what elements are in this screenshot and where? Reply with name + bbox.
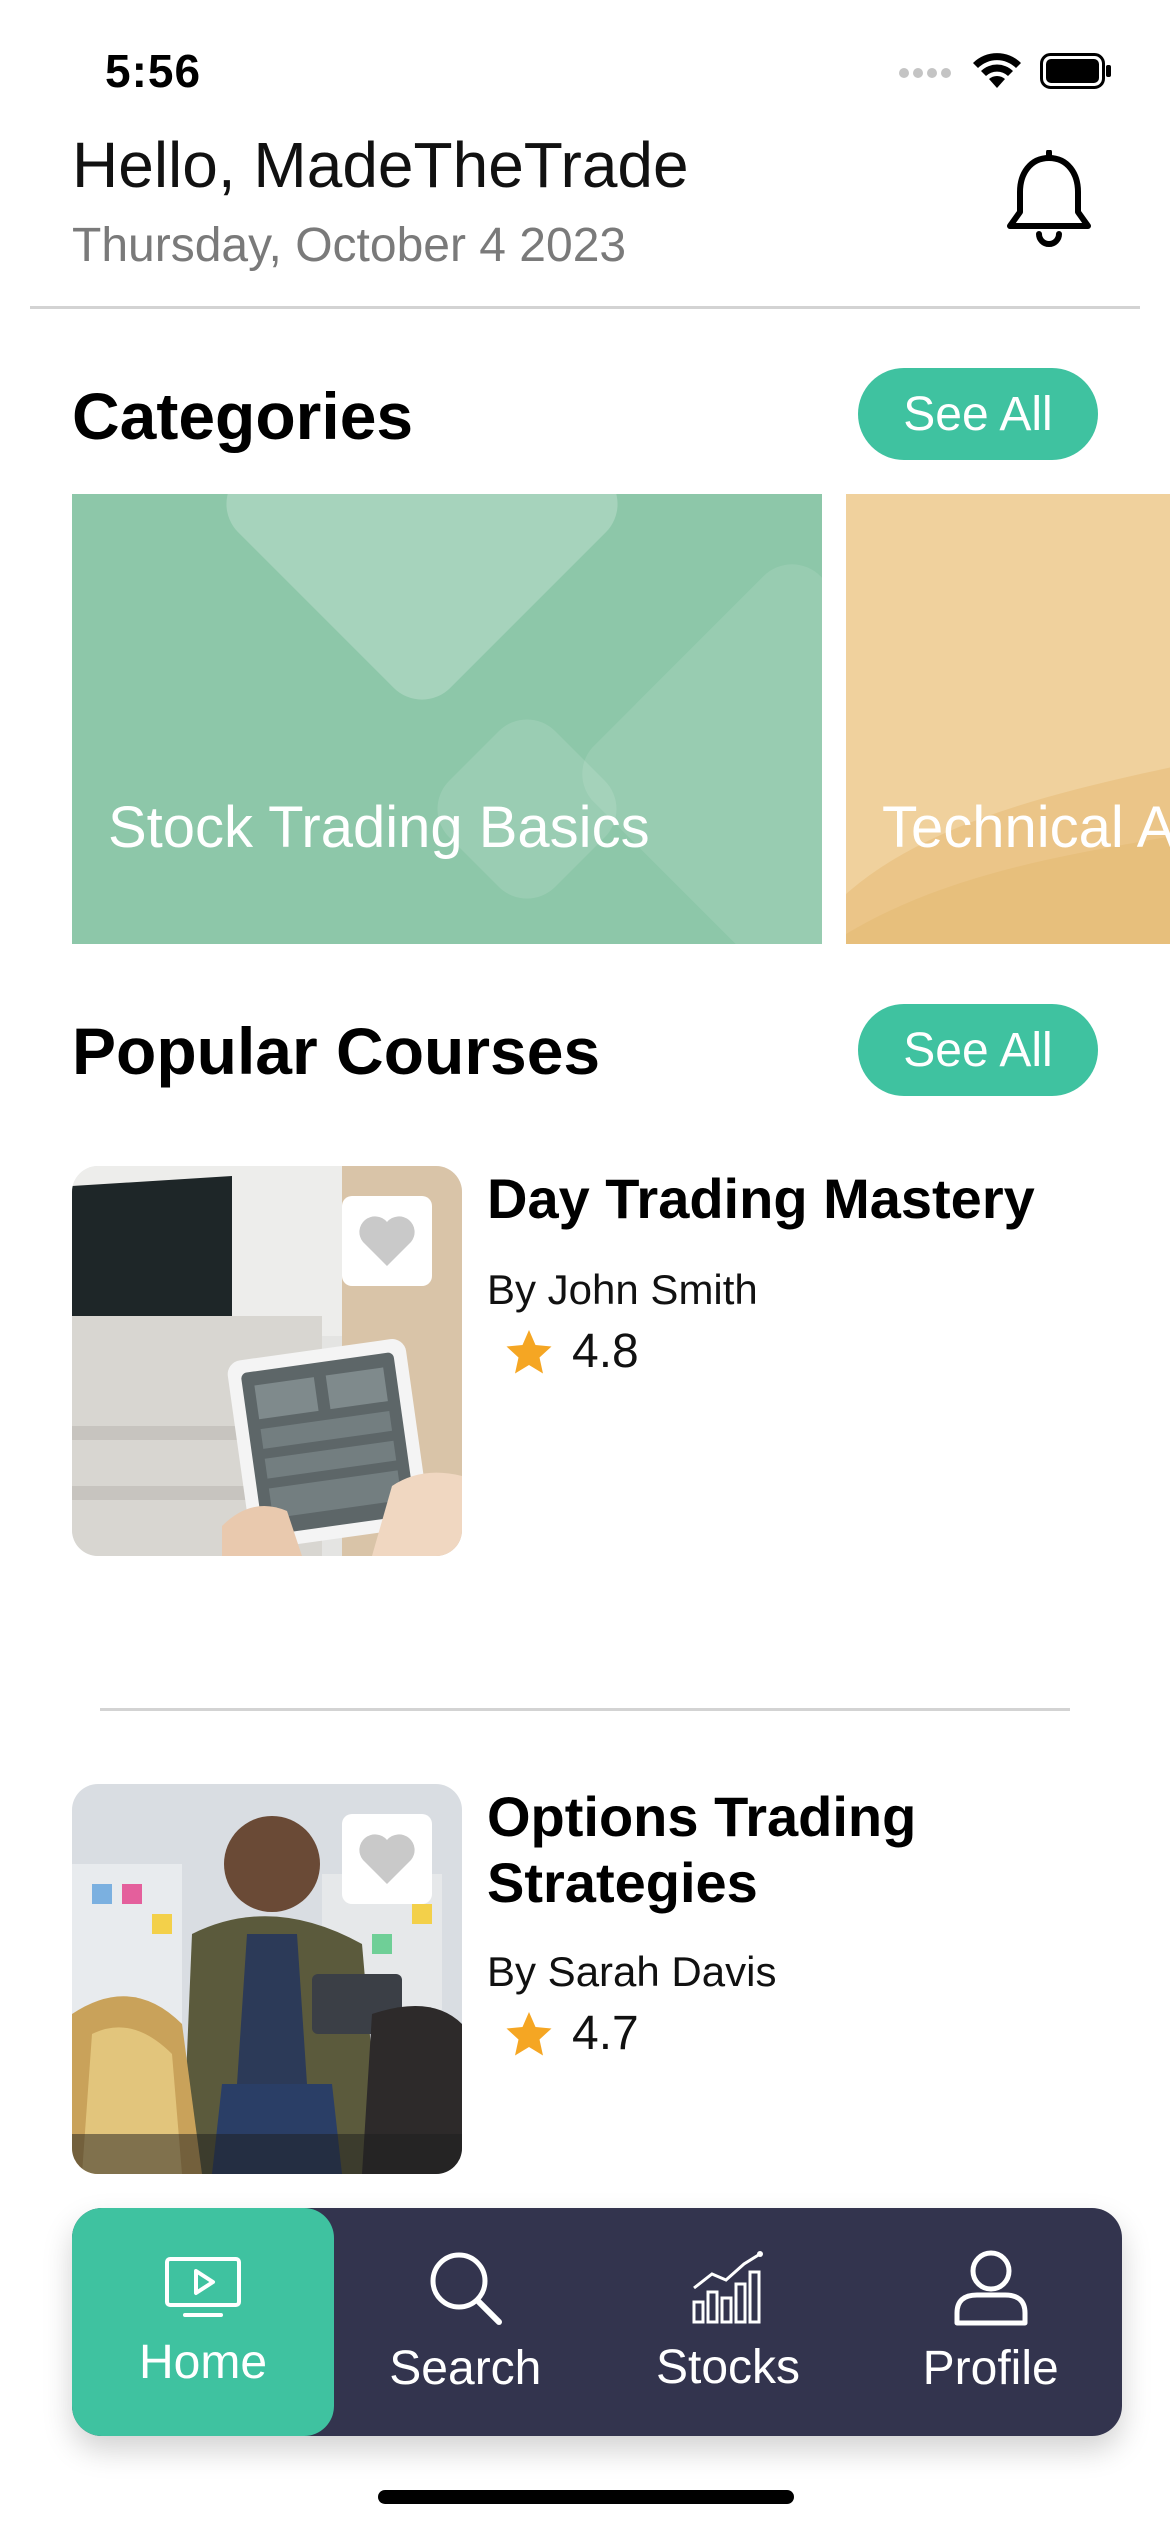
category-label: Stock Trading Basics bbox=[108, 795, 650, 860]
person-icon bbox=[954, 2250, 1028, 2325]
course-thumbnail bbox=[72, 1166, 462, 1556]
tab-home[interactable]: Home bbox=[72, 2208, 334, 2436]
status-time: 5:56 bbox=[105, 45, 202, 97]
star-icon bbox=[506, 1329, 552, 1373]
rating-value: 4.8 bbox=[572, 1325, 639, 1378]
header-divider bbox=[30, 306, 1140, 309]
wifi-icon bbox=[973, 53, 1021, 88]
course-card-day-trading-mastery[interactable]: Day Trading Mastery By John Smith 4.8 bbox=[72, 1166, 1098, 1556]
notification-bell-icon[interactable] bbox=[1004, 150, 1094, 250]
home-indicator bbox=[378, 2490, 794, 2504]
tab-label: Home bbox=[138, 2335, 268, 2389]
greeting-text: Hello, MadeTheTrade bbox=[72, 129, 689, 201]
favorite-button[interactable] bbox=[342, 1814, 432, 1904]
play-screen-icon bbox=[165, 2256, 241, 2317]
course-thumbnail bbox=[72, 1784, 462, 2174]
courses-see-all-button[interactable]: See All bbox=[858, 1004, 1098, 1096]
magnifier-icon bbox=[430, 2252, 503, 2325]
course-title: Options Trading Strategies bbox=[487, 1785, 917, 1914]
star-icon bbox=[506, 2011, 552, 2055]
rating-value: 4.7 bbox=[572, 2007, 639, 2060]
status-indicators bbox=[898, 52, 1112, 90]
tab-label: Profile bbox=[922, 2341, 1059, 2395]
category-decoration bbox=[846, 767, 1170, 944]
date-text: Thursday, October 4 2023 bbox=[72, 219, 627, 272]
heart-icon bbox=[359, 1834, 415, 1884]
battery-icon bbox=[1040, 53, 1111, 89]
tab-stocks[interactable]: Stocks bbox=[597, 2208, 860, 2436]
course-divider bbox=[100, 1708, 1070, 1711]
categories-title: Categories bbox=[72, 379, 414, 453]
tab-label: Stocks bbox=[655, 2340, 801, 2394]
course-author: By Sarah Davis bbox=[487, 1948, 777, 1995]
course-rating: 4.7 bbox=[504, 2006, 639, 2061]
category-decoration bbox=[226, 494, 822, 944]
home-screen: 5:56 Hello, MadeTheTrade Thursday, Octob… bbox=[0, 0, 1170, 2532]
favorite-button[interactable] bbox=[342, 1196, 432, 1286]
tab-profile[interactable]: Profile bbox=[859, 2208, 1122, 2436]
course-author: By John Smith bbox=[487, 1266, 758, 1313]
categories-see-all-button[interactable]: See All bbox=[858, 368, 1098, 460]
cellular-signal-icon bbox=[899, 68, 951, 78]
bottom-tab-bar: Home Search Stocks Profile bbox=[72, 2208, 1122, 2436]
heart-icon bbox=[359, 1216, 415, 1266]
course-rating: 4.8 bbox=[504, 1324, 639, 1379]
course-title: Day Trading Mastery bbox=[487, 1167, 1035, 1230]
popular-courses-title: Popular Courses bbox=[72, 1014, 601, 1088]
course-card-options-trading-strategies[interactable]: Options Trading Strategies By Sarah Davi… bbox=[72, 1784, 1098, 2174]
tab-label: Search bbox=[389, 2341, 542, 2395]
category-card-technical-analysis[interactable]: Technical A bbox=[846, 494, 1170, 944]
tab-search[interactable]: Search bbox=[334, 2208, 597, 2436]
category-card-stock-trading-basics[interactable]: Stock Trading Basics bbox=[72, 494, 822, 944]
category-label: Technical A bbox=[882, 795, 1170, 860]
bar-chart-trend-icon bbox=[692, 2250, 763, 2323]
